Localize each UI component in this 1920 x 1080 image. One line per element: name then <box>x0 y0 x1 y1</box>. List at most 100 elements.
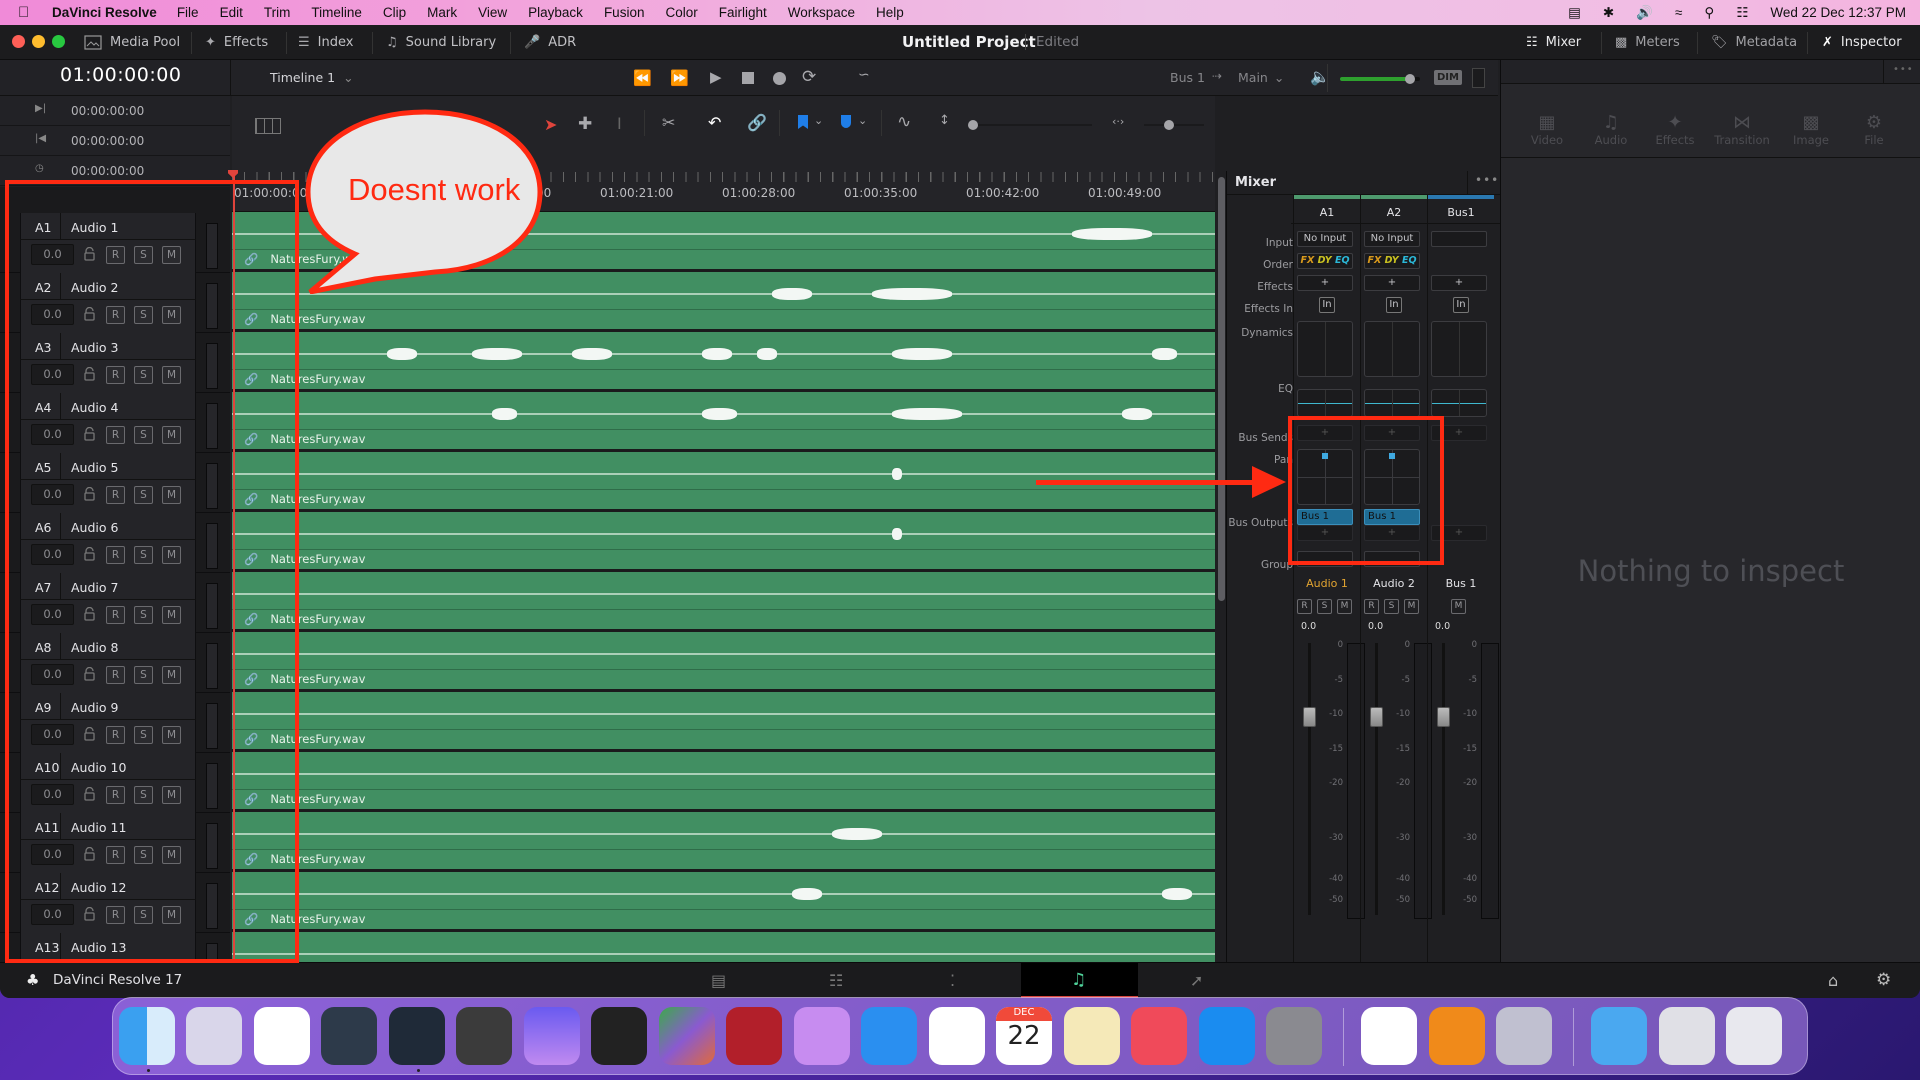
dock-app-downloads[interactable] <box>1659 1007 1715 1065</box>
track-lane[interactable]: 🔗NaturesFury.wav <box>232 692 1215 749</box>
adr-button[interactable]: 🎤 ADR <box>524 25 576 60</box>
inspector-tab-image[interactable]: ▩ Image <box>1781 112 1841 147</box>
dock-app-app-store[interactable] <box>1199 1007 1255 1065</box>
more-options-icon[interactable]: ••• <box>1475 173 1499 187</box>
track-lane[interactable]: 🔗NaturesFury.wav <box>232 392 1215 449</box>
monitor-volume-slider[interactable] <box>1340 74 1420 84</box>
inspector-tab-effects[interactable]: ✦ Effects <box>1645 112 1705 147</box>
fader-handle[interactable] <box>1437 707 1450 727</box>
inspector-toggle-button[interactable]: ✗ Inspector <box>1822 25 1902 60</box>
dock-app-vlc[interactable] <box>1429 1007 1485 1065</box>
channel-mute-button[interactable]: M <box>1451 599 1466 614</box>
track-lane[interactable]: 🔗NaturesFury.wav <box>232 632 1215 689</box>
horizontal-zoom-icon[interactable]: ‹·› <box>1112 115 1124 128</box>
track-lane[interactable]: 🔗NaturesFury.wav <box>232 872 1215 929</box>
channel-name[interactable]: Bus 1 <box>1429 577 1493 590</box>
track-layout-icon[interactable] <box>255 118 281 134</box>
record-icon[interactable] <box>773 72 786 85</box>
dock-app-applications[interactable] <box>1591 1007 1647 1065</box>
slider-knob[interactable] <box>968 120 978 130</box>
vertical-scrollbar[interactable] <box>1218 177 1225 601</box>
menu-fairlight[interactable]: Fairlight <box>719 5 767 20</box>
dock-app-affinity-photo[interactable] <box>794 1007 850 1065</box>
stop-icon[interactable] <box>742 72 754 84</box>
inspector-tab-audio[interactable]: ♫ Audio <box>1581 112 1641 147</box>
wifi-icon[interactable]: ≈ <box>1675 5 1682 20</box>
fader-track[interactable] <box>1308 643 1311 915</box>
media-pool-button[interactable]: Media Pool <box>84 25 180 60</box>
add-effect-button[interactable]: + <box>1364 275 1420 291</box>
effects-in-toggle[interactable]: In <box>1453 297 1469 313</box>
page-media-icon[interactable]: ▤ <box>711 971 726 990</box>
dock-app-safari[interactable] <box>254 1007 310 1065</box>
dynamics-graph[interactable] <box>1297 321 1353 377</box>
dock-app-finder[interactable] <box>119 1007 175 1065</box>
fader-handle[interactable] <box>1370 707 1383 727</box>
dock-app-siri[interactable] <box>524 1007 580 1065</box>
effects-in-toggle[interactable]: In <box>1386 297 1402 313</box>
channel-input-selector[interactable] <box>1431 231 1487 247</box>
loop-icon[interactable]: ⟳ <box>802 67 816 87</box>
menu-edit[interactable]: Edit <box>220 5 243 20</box>
minimize-window-button[interactable] <box>32 35 45 48</box>
monitor-volume-knob[interactable] <box>1405 74 1416 84</box>
page-deliver-icon[interactable]: ➚ <box>1190 971 1203 990</box>
menu-view[interactable]: View <box>478 5 507 20</box>
dock-app-davinci-resolve[interactable] <box>389 1007 445 1065</box>
dock-app-surfshark[interactable] <box>1361 1007 1417 1065</box>
dynamics-graph[interactable] <box>1364 321 1420 377</box>
menu-mark[interactable]: Mark <box>427 5 457 20</box>
inspector-tab-video[interactable]: ▦ Video <box>1517 112 1577 147</box>
inspector-tab-transition[interactable]: ⋈ Transition <box>1712 112 1772 147</box>
channel-solo-button[interactable]: S <box>1317 599 1332 614</box>
channel-name[interactable]: Audio 2 <box>1362 577 1426 590</box>
add-effect-button[interactable]: + <box>1297 275 1353 291</box>
dock-app-launchpad[interactable] <box>186 1007 242 1065</box>
chevron-down-icon[interactable]: ⌄ <box>814 114 823 127</box>
metadata-toggle-button[interactable]: 🏷 Metadata <box>1711 25 1797 60</box>
channel-record-button[interactable]: R <box>1297 599 1312 614</box>
index-button[interactable]: ☰ Index <box>298 25 353 60</box>
marker-icon[interactable] <box>841 115 851 128</box>
eq-graph[interactable] <box>1364 389 1420 417</box>
menu-fusion[interactable]: Fusion <box>604 5 645 20</box>
track-lane[interactable]: 🔗NaturesFury.wav <box>232 572 1215 629</box>
link-icon[interactable]: 🔗 <box>747 113 767 132</box>
track-lane[interactable]: 🔗NaturesFury.wav <box>232 512 1215 569</box>
timeline-lanes[interactable]: 🔗 NaturesFury.wav 🔗 NaturesFury.wav 🔗 Natur… <box>232 212 1215 980</box>
eq-graph[interactable] <box>1297 389 1353 417</box>
control-center-icon[interactable]: ☷ <box>1736 5 1748 21</box>
menu-color[interactable]: Color <box>665 5 697 20</box>
bus-route-to[interactable]: Main ⌄ <box>1238 70 1284 85</box>
go-to-end-icon[interactable]: ▶| <box>35 103 46 114</box>
effects-button[interactable]: ✦ Effects <box>205 25 268 60</box>
go-to-start-icon[interactable]: |◀ <box>35 133 46 144</box>
menu-clip[interactable]: Clip <box>383 5 406 20</box>
dynamics-graph[interactable] <box>1431 321 1487 377</box>
fader-track[interactable] <box>1442 643 1445 915</box>
play-icon[interactable]: ▶ <box>710 68 722 86</box>
settings-gear-icon[interactable]: ⚙ <box>1876 970 1891 990</box>
menu-app-name[interactable]: DaVinci Resolve <box>52 5 157 20</box>
slider-knob[interactable] <box>1164 120 1174 130</box>
dock-app-final-cut-pro[interactable] <box>456 1007 512 1065</box>
channel-name[interactable]: Audio 1 <box>1295 577 1359 590</box>
dock-app-logic-pro[interactable] <box>591 1007 647 1065</box>
channel-input-selector[interactable]: No Input <box>1364 231 1420 247</box>
track-lane[interactable]: 🔗NaturesFury.wav <box>232 812 1215 869</box>
zoom-window-button[interactable] <box>52 35 65 48</box>
channel-solo-button[interactable]: S <box>1384 599 1399 614</box>
add-effect-button[interactable]: + <box>1431 275 1487 291</box>
dock-app-photos[interactable] <box>929 1007 985 1065</box>
flag-icon[interactable] <box>798 115 808 129</box>
timeline-selector[interactable]: Timeline 1 ⌄ <box>270 70 354 85</box>
automation-icon[interactable]: ∽ <box>858 67 870 83</box>
waveform-zoom-icon[interactable]: ∿ <box>897 112 911 132</box>
menu-clock[interactable]: Wed 22 Dec 12:37 PM <box>1770 5 1906 20</box>
effects-in-toggle[interactable]: In <box>1319 297 1335 313</box>
menu-playback[interactable]: Playback <box>528 5 583 20</box>
dock-app-music[interactable] <box>1131 1007 1187 1065</box>
stage-manager-icon[interactable]: ▤ <box>1568 5 1581 21</box>
page-fairlight-tab[interactable]: ♫ <box>1021 963 1138 998</box>
vertical-zoom-slider[interactable] <box>968 120 1092 130</box>
